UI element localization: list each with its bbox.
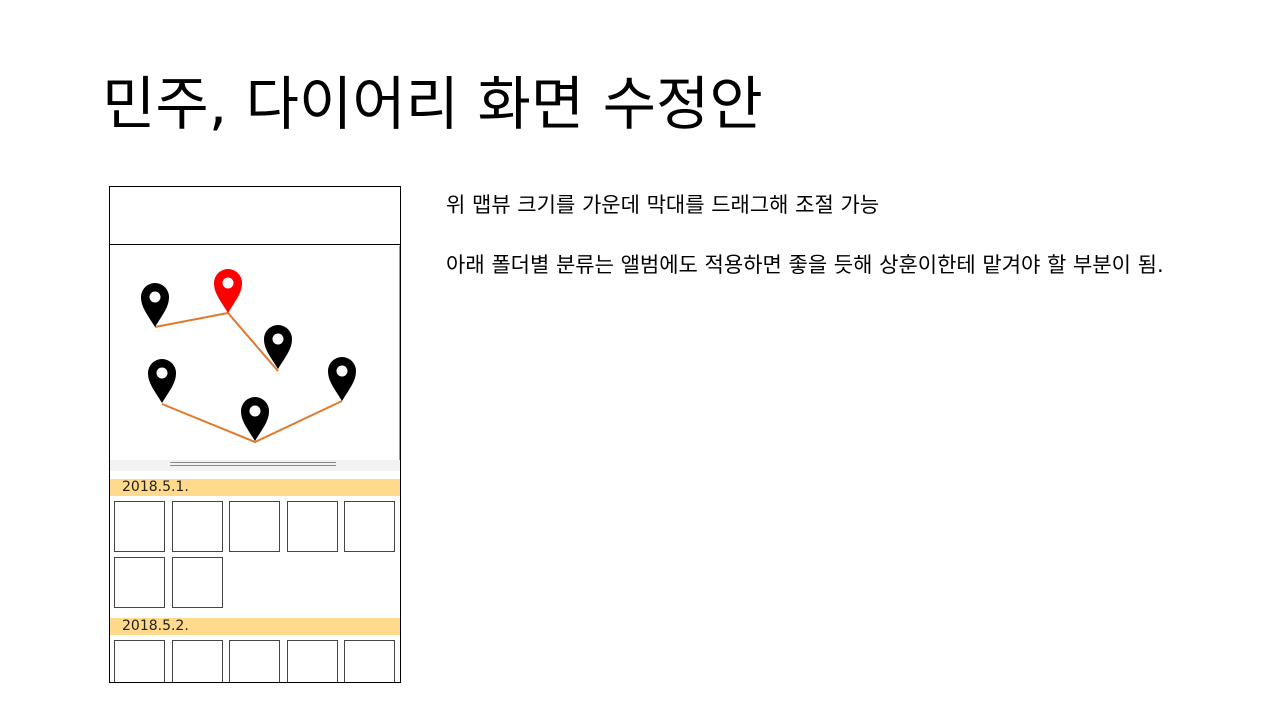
phone-mockup: 2018.5.1. 2018.5.2. <box>109 186 401 683</box>
pin-hole <box>156 367 168 379</box>
location-pin-icon <box>241 397 269 441</box>
slide-title: 민주, 다이어리 화면 수정안 <box>102 70 763 138</box>
photo-thumbnail[interactable] <box>172 501 223 552</box>
note-line-1: 위 맵뷰 크기를 가운데 막대를 드래그해 조절 가능 <box>446 193 880 217</box>
pin-hole <box>336 365 348 377</box>
photo-thumbnail[interactable] <box>229 640 280 682</box>
photo-thumbnail[interactable] <box>114 557 165 608</box>
map-pin-6[interactable] <box>328 357 356 401</box>
pin-hole <box>222 277 234 289</box>
map-pin-selected[interactable] <box>214 269 242 313</box>
photo-thumbnail[interactable] <box>344 640 395 682</box>
location-pin-icon <box>148 359 176 403</box>
drag-handle-icon[interactable] <box>170 462 336 466</box>
map-pin-4[interactable] <box>148 359 176 403</box>
photo-thumbnail[interactable] <box>287 640 338 682</box>
note-line-2: 아래 폴더별 분류는 앨범에도 적용하면 좋을 듯해 상훈이한테 맡겨야 할 부… <box>446 253 1164 277</box>
location-pin-icon <box>214 269 242 313</box>
map-pin-3[interactable] <box>264 325 292 369</box>
location-pin-icon <box>328 357 356 401</box>
photo-thumbnail[interactable] <box>344 501 395 552</box>
notes-text: 위 맵뷰 크기를 가운데 막대를 드래그해 조절 가능 아래 폴더별 분류는 앨… <box>446 190 1258 280</box>
photo-thumbnail[interactable] <box>172 557 223 608</box>
photo-thumbnail[interactable] <box>114 501 165 552</box>
photo-thumbnail[interactable] <box>287 501 338 552</box>
map-canvas <box>141 269 356 444</box>
map-pin-1[interactable] <box>141 283 169 327</box>
location-pin-icon <box>264 325 292 369</box>
pin-hole <box>272 333 284 345</box>
photo-thumbnail[interactable] <box>114 640 165 682</box>
resize-drag-bar[interactable] <box>110 460 400 471</box>
mockup-header-bar <box>110 187 400 245</box>
location-pin-icon <box>141 283 169 327</box>
date-group-header: 2018.5.1. <box>110 479 400 496</box>
photo-thumbnail[interactable] <box>229 501 280 552</box>
note-spacer <box>446 220 1258 250</box>
photo-thumbnail[interactable] <box>172 640 223 682</box>
map-view[interactable] <box>110 246 400 460</box>
route-line-top <box>154 311 279 372</box>
date-group-header: 2018.5.2. <box>110 618 400 635</box>
pin-hole <box>249 405 261 417</box>
map-pin-5[interactable] <box>241 397 269 441</box>
pin-hole <box>149 291 161 303</box>
